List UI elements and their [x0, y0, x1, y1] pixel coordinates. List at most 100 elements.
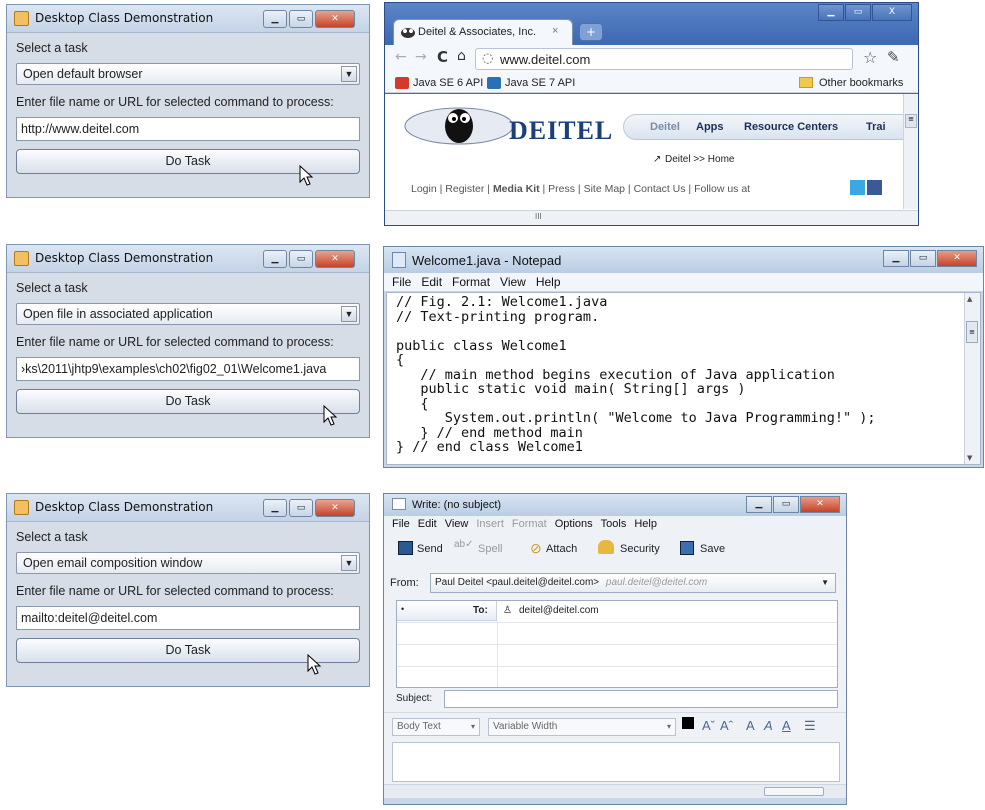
nav-training[interactable]: Trai [866, 121, 886, 133]
chevron-down-icon[interactable]: ▼ [821, 574, 829, 592]
title-bar[interactable]: Welcome1.java - Notepad ▁ ▭ ✕ [384, 247, 983, 273]
footer-site-map[interactable]: Site Map [584, 183, 625, 195]
bold-icon[interactable]: A [746, 718, 755, 733]
vertical-scrollbar[interactable]: ▲ ≡ ▼ [964, 293, 980, 464]
back-icon[interactable]: ← [395, 49, 407, 65]
list-icon[interactable]: ☰ [804, 718, 816, 734]
address-bar[interactable]: ◌ www.deitel.com [475, 48, 853, 70]
message-body[interactable] [392, 742, 840, 782]
scroll-up-icon[interactable]: ▲ [967, 295, 972, 303]
security-button[interactable]: Security [620, 543, 660, 555]
chevron-down-icon[interactable]: ▼ [341, 306, 357, 322]
menu-format[interactable]: Format [512, 516, 547, 532]
to-value[interactable]: deitel@deitel.com [519, 605, 599, 616]
footer-register[interactable]: Register [445, 183, 484, 195]
footer-login[interactable]: Login [411, 183, 437, 195]
tab-close-icon[interactable]: × [552, 25, 558, 37]
menu-options[interactable]: Options [555, 516, 593, 532]
footer-press[interactable]: Press [548, 183, 575, 195]
underline-icon[interactable]: A [782, 718, 791, 733]
close-button[interactable]: ✕ [315, 499, 355, 517]
save-button[interactable]: Save [700, 543, 725, 555]
menu-edit[interactable]: Edit [421, 273, 442, 291]
nav-deitel[interactable]: Deitel [650, 121, 680, 133]
title-bar[interactable]: Desktop Class Demonstration ▁ ▭ ✕ [7, 494, 369, 522]
do-task-button[interactable]: Do Task [16, 389, 360, 414]
chevron-down-icon[interactable]: ▼ [341, 66, 357, 82]
lock-icon[interactable] [598, 540, 614, 554]
menu-edit[interactable]: Edit [418, 516, 437, 532]
italic-icon[interactable]: A [764, 718, 773, 733]
scroll-thumb[interactable]: ≡ [905, 114, 917, 128]
text-area[interactable]: // Fig. 2.1: Welcome1.java// Text-printi… [386, 292, 981, 465]
font-larger-icon[interactable]: Aˆ [720, 718, 733, 733]
minimize-button[interactable]: ▁ [263, 499, 287, 517]
menu-format[interactable]: Format [452, 273, 490, 291]
close-button[interactable]: ✕ [937, 250, 977, 267]
send-icon[interactable] [398, 541, 413, 555]
font-smaller-icon[interactable]: Aˇ [702, 718, 715, 733]
task-combo[interactable]: Open default browser ▼ [16, 63, 360, 85]
maximize-button[interactable]: ▭ [910, 250, 936, 267]
footer-media-kit[interactable]: Media Kit [493, 183, 540, 195]
attach-button[interactable]: Attach [546, 543, 577, 555]
close-button[interactable]: ✕ [315, 250, 355, 268]
title-bar[interactable]: Write: (no subject) ▁ ▭ ✕ [384, 494, 846, 516]
maximize-button[interactable]: ▭ [773, 496, 799, 513]
maximize-button[interactable]: ▭ [289, 250, 313, 268]
bookmark-java6[interactable]: Java SE 6 API [413, 77, 483, 89]
from-select[interactable]: Paul Deitel <paul.deitel@deitel.com> pau… [430, 573, 836, 593]
command-input[interactable]: mailto:deitel@deitel.com [16, 606, 360, 630]
bookmark-java7[interactable]: Java SE 7 API [505, 77, 575, 89]
browser-tab[interactable]: Deitel & Associates, Inc. × [393, 19, 573, 45]
nav-resource-centers[interactable]: Resource Centers [744, 121, 838, 133]
send-button[interactable]: Send [417, 543, 443, 555]
menu-tools[interactable]: Tools [601, 516, 627, 532]
spell-icon[interactable]: ab✓ [454, 539, 474, 550]
chevron-down-icon[interactable]: ▼ [341, 555, 357, 571]
menu-file[interactable]: File [392, 273, 411, 291]
minimize-button[interactable]: ▁ [746, 496, 772, 513]
command-input[interactable]: http://www.deitel.com [16, 117, 360, 141]
command-input[interactable]: ›ks\2011\jhtp9\examples\ch02\fig02_01\We… [16, 357, 360, 381]
menu-insert[interactable]: Insert [476, 516, 504, 532]
nav-apps[interactable]: Apps [696, 121, 724, 133]
twitter-icon[interactable] [850, 180, 865, 195]
dropdown-icon[interactable]: • [401, 604, 404, 614]
star-icon[interactable]: ☆ [863, 48, 877, 67]
save-icon[interactable] [680, 541, 694, 555]
forward-icon[interactable]: → [415, 49, 427, 65]
home-icon[interactable]: ⌂ [457, 48, 466, 64]
font-select[interactable]: Variable Width ▾ [488, 718, 676, 736]
minimize-button[interactable]: ▁ [818, 4, 844, 21]
hscroll-thumb[interactable]: III [535, 212, 542, 221]
maximize-button[interactable]: ▭ [845, 4, 871, 21]
maximize-button[interactable]: ▭ [289, 499, 313, 517]
subject-input[interactable] [444, 690, 838, 708]
other-bookmarks[interactable]: Other bookmarks [819, 77, 903, 89]
new-tab-button[interactable]: + [579, 23, 603, 41]
facebook-icon[interactable] [867, 180, 882, 195]
menu-view[interactable]: View [445, 516, 469, 532]
task-combo[interactable]: Open email composition window ▼ [16, 552, 360, 574]
footer-contact[interactable]: Contact Us [634, 183, 686, 195]
reload-icon[interactable]: C [437, 48, 448, 66]
paperclip-icon[interactable]: ⊘ [530, 540, 542, 557]
horizontal-scrollbar[interactable]: III [385, 210, 918, 225]
menu-file[interactable]: File [392, 516, 410, 532]
close-button[interactable]: X [872, 4, 912, 21]
close-button[interactable]: ✕ [315, 10, 355, 28]
menu-help[interactable]: Help [536, 273, 561, 291]
vertical-scrollbar[interactable]: ≡ [903, 94, 918, 209]
scroll-thumb[interactable]: ≡ [966, 321, 978, 343]
scroll-down-icon[interactable]: ▼ [967, 454, 972, 462]
close-button[interactable]: ✕ [800, 496, 840, 513]
chevron-down-icon[interactable]: ▾ [667, 719, 671, 735]
maximize-button[interactable]: ▭ [289, 10, 313, 28]
paragraph-style-select[interactable]: Body Text ▾ [392, 718, 480, 736]
spell-button[interactable]: Spell [478, 543, 502, 555]
text-color-icon[interactable] [682, 717, 694, 729]
recipient-type-select[interactable]: • To: [397, 601, 497, 621]
menu-view[interactable]: View [500, 273, 526, 291]
title-bar[interactable]: Desktop Class Demonstration ▁ ▭ ✕ [7, 5, 369, 33]
